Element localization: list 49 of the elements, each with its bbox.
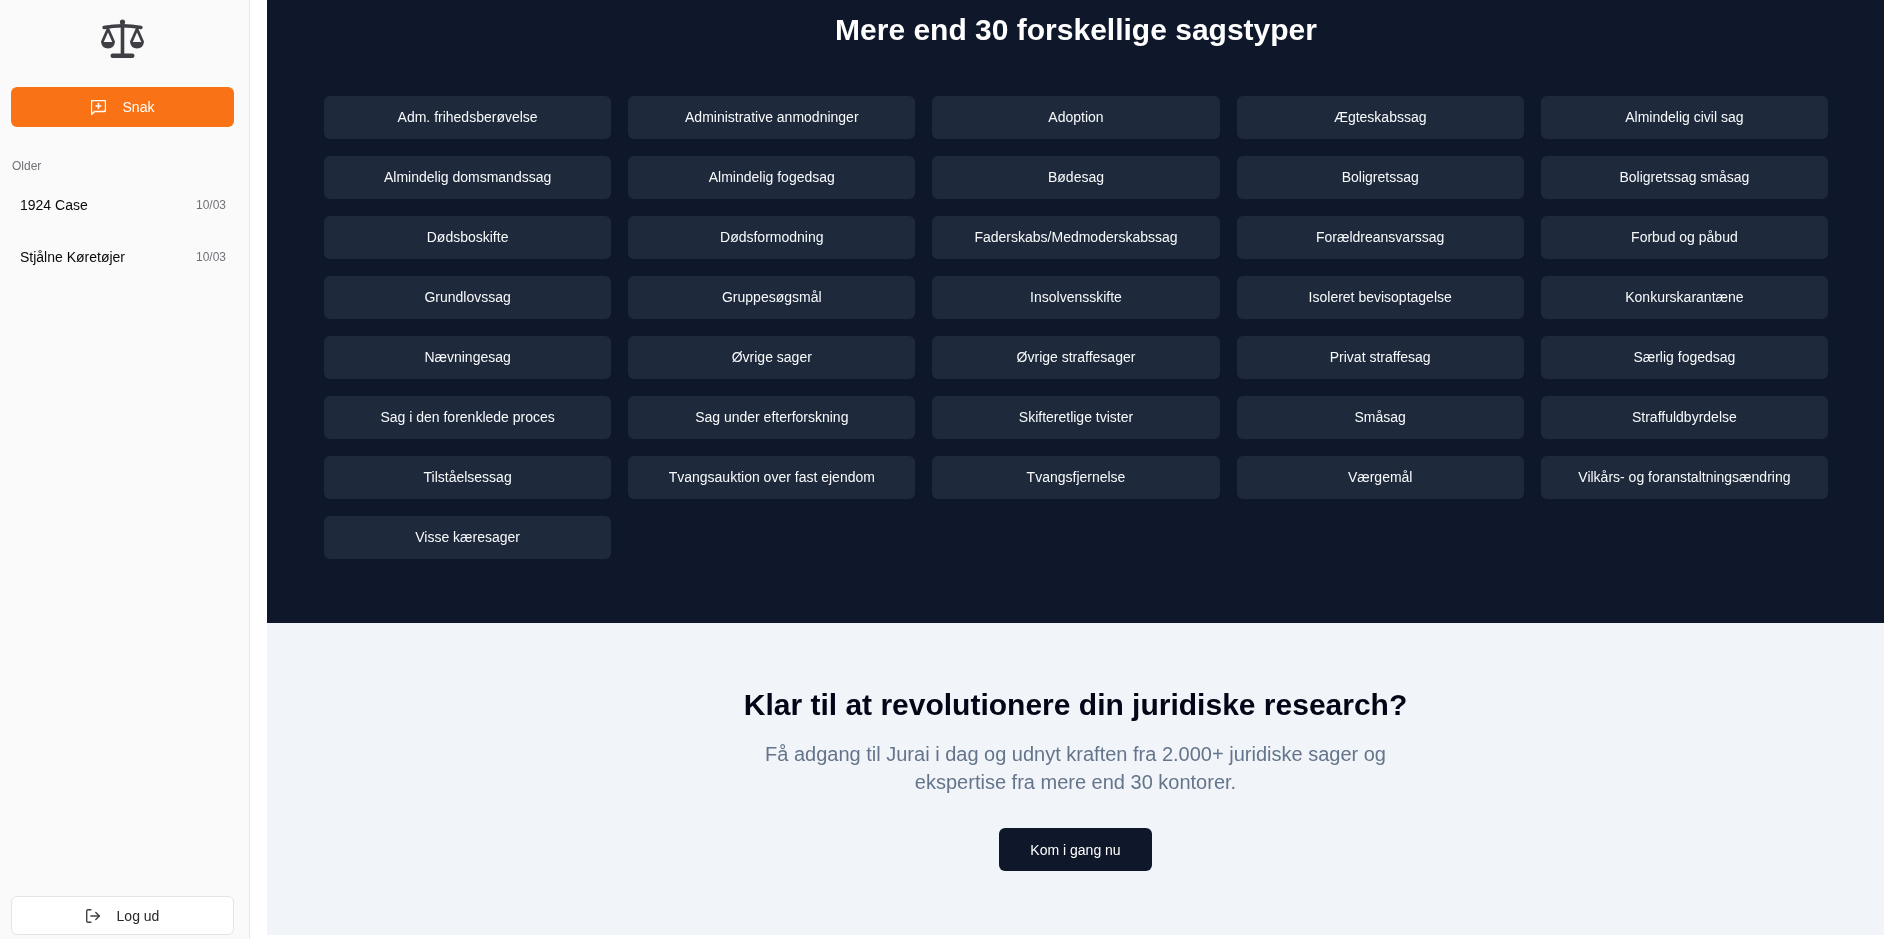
chat-title[interactable]: Stjålne Køretøjer (20, 249, 126, 265)
logout-button[interactable]: Log ud (11, 896, 234, 935)
case-type-tag: Særlig fogedsag (1540, 336, 1828, 379)
case-type-tag: Faderskabs/Medmoderskabssag (932, 216, 1220, 259)
case-type-tag: Nævningesag (324, 336, 612, 379)
case-type-tag: Almindelig fogedsag (628, 156, 916, 199)
case-type-tag: Forbud og påbud (1540, 216, 1828, 259)
case-type-tag: Boligretssag (1236, 156, 1524, 199)
section-title: Mere end 30 forskellige sagstyper (834, 12, 1318, 48)
case-type-tag: Konkurskarantæne (1540, 276, 1828, 319)
case-type-tag: Boligretssag småsag (1540, 156, 1828, 199)
case-type-tag: Øvrige sager (628, 336, 916, 379)
case-type-tag: Dødsformodning (628, 216, 916, 259)
chat-date: 10/03 (195, 250, 226, 264)
case-type-tag: Øvrige straffesager (932, 336, 1220, 379)
get-started-button[interactable]: Kom i gang nu (999, 828, 1152, 871)
case-type-tag: Insolvensskifte (932, 276, 1220, 319)
chat-plus-icon (90, 99, 106, 115)
case-type-tag: Isoleret bevisoptagelse (1236, 276, 1524, 319)
case-type-tag: Bødesag (932, 156, 1220, 199)
case-type-tag: Ægteskabssag (1236, 96, 1524, 139)
case-type-tag: Visse kæresager (324, 516, 612, 559)
case-type-tag: Gruppesøgsmål (628, 276, 916, 319)
case-type-tag: Dødsboskifte (324, 216, 612, 259)
case-type-tag: Almindelig domsmandssag (324, 156, 612, 199)
scales-icon (100, 19, 145, 59)
logout-icon (85, 908, 100, 923)
case-type-tag: Skifteretlige tvister (932, 396, 1220, 439)
chat-title[interactable]: 1924 Case (20, 197, 88, 213)
case-type-tag: Sag i den forenklede proces (324, 396, 612, 439)
case-type-tag: Tvangsauktion over fast ejendom (628, 456, 916, 499)
case-type-tag: Tvangsfjernelse (932, 456, 1220, 499)
case-type-tag: Grundlovssag (324, 276, 612, 319)
case-type-tag: Småsag (1236, 396, 1524, 439)
case-type-tag: Vilkårs- og foranstaltningsændring (1540, 456, 1828, 499)
chat-date: 10/03 (195, 198, 226, 212)
case-type-tag: Tilståelsessag (324, 456, 612, 499)
case-type-tag: Almindelig civil sag (1540, 96, 1828, 139)
case-type-tag: Sag under efterforskning (628, 396, 916, 439)
case-type-tag: Privat straffesag (1236, 336, 1524, 379)
cta-title: Klar til at revolutionere din juridiske research? (743, 687, 1408, 723)
case-type-tag: Administrative anmodninger (628, 96, 916, 139)
case-type-tag: Straffuldbyrdelse (1540, 396, 1828, 439)
cta-text: Få adgang til Jurai i dag og udnyt kraften fra 2.000+ juridiske sager og ekspertise fra mere end 30 kontorer. (764, 742, 1387, 795)
case-type-tag: Forældreansvarssag (1236, 216, 1524, 259)
case-type-tag: Adm. frihedsberøvelse (324, 96, 612, 139)
case-type-tag: Værgemål (1236, 456, 1524, 499)
case-type-tag: Adoption (932, 96, 1220, 139)
section-label: Older (11, 159, 43, 173)
